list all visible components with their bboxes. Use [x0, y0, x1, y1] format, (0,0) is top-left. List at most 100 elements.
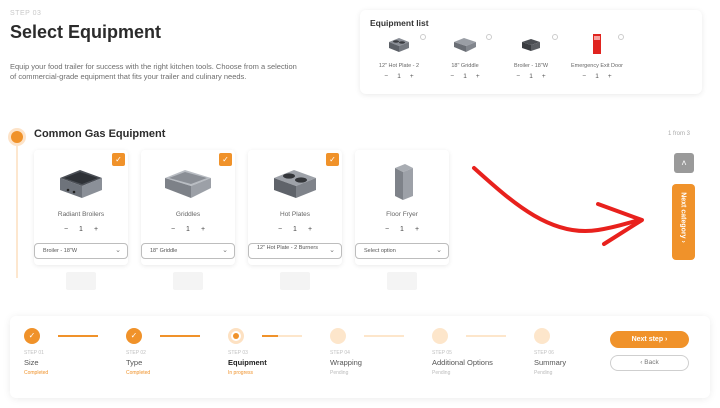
chevron-down-icon: ⌄ — [222, 247, 228, 254]
pending-step-icon — [330, 328, 346, 344]
quantity-stepper: − 1 + — [355, 226, 449, 233]
next-category-button[interactable]: Next category › — [672, 184, 695, 260]
category-pager: 1 from 3 — [668, 131, 691, 137]
equipment-list-item: Emergency Exit Door − 1 + — [568, 34, 626, 80]
decrease-button[interactable]: − — [516, 73, 520, 80]
model-select[interactable]: Select option ⌄ — [355, 243, 449, 259]
equipment-card-hot-plates[interactable]: ✓ Hot Plates − 1 + 12" Hot Plate - 2 Bur… — [248, 150, 342, 265]
section-title: Common Gas Equipment — [34, 128, 166, 140]
remove-item-button[interactable] — [420, 34, 426, 40]
quantity-value: 1 — [595, 73, 599, 80]
checkbox-checked[interactable]: ✓ — [112, 153, 125, 166]
step-kicker: STEP 02 — [126, 350, 146, 356]
chevron-down-icon: ⌄ — [115, 247, 121, 254]
increase-button[interactable]: + — [415, 226, 419, 233]
quantity-stepper: − 1 + — [568, 73, 626, 80]
step-size[interactable]: ✓ STEP 01 Size Completed — [24, 328, 124, 376]
step-label: Size — [24, 358, 39, 367]
check-icon: ✓ — [126, 328, 142, 344]
previous-category-button[interactable]: ˄ — [674, 153, 694, 173]
decrease-button[interactable]: − — [385, 226, 389, 233]
step-kicker: STEP 05 — [432, 350, 452, 356]
step-connector — [160, 335, 200, 337]
page-title: Select Equipment — [10, 22, 162, 42]
step-connector — [58, 335, 98, 337]
decrease-button[interactable]: − — [384, 73, 388, 80]
step-kicker: STEP 03 — [10, 10, 42, 17]
step-equipment[interactable]: STEP 03 Equipment In progress — [228, 328, 328, 376]
back-button[interactable]: ‹ Back — [610, 355, 689, 371]
quantity-stepper: − 1 + — [141, 226, 235, 233]
next-step-button[interactable]: Next step › — [610, 331, 689, 348]
equipment-list-item: 12" Hot Plate - 2 − 1 + — [370, 34, 428, 80]
step-label: Additional Options — [432, 358, 493, 367]
quantity-value: 1 — [397, 73, 401, 80]
increase-button[interactable]: + — [201, 226, 205, 233]
card-placeholder — [387, 272, 417, 290]
equipment-list-item: Broiler - 18"W − 1 + — [502, 34, 560, 80]
decrease-button[interactable]: − — [582, 73, 586, 80]
increase-button[interactable]: + — [476, 73, 480, 80]
quantity-stepper: − 1 + — [502, 73, 560, 80]
checkbox-checked[interactable]: ✓ — [326, 153, 339, 166]
equipment-card-griddles[interactable]: ✓ Griddles − 1 + 18" Griddle ⌄ — [141, 150, 235, 265]
step-wrapping[interactable]: STEP 04 Wrapping Pending — [330, 328, 430, 376]
step-status: Completed — [126, 370, 151, 376]
increase-button[interactable]: + — [410, 73, 414, 80]
decrease-button[interactable]: − — [278, 226, 282, 233]
broiler-icon — [522, 39, 540, 51]
quantity-value: 1 — [529, 73, 533, 80]
card-name: Griddles — [175, 211, 201, 218]
step-label: Equipment — [228, 358, 267, 367]
annotation-arrow — [472, 166, 644, 246]
remove-item-button[interactable] — [552, 34, 558, 40]
equipment-card-floor-fryer[interactable]: Floor Fryer − 1 + Select option ⌄ — [355, 150, 449, 265]
select-value: Select option — [364, 248, 396, 254]
step-status: Pending — [432, 370, 451, 376]
equipment-list-item-name: 18" Griddle — [451, 63, 479, 69]
equipment-list-item: 18" Griddle − 1 + — [436, 34, 494, 80]
increase-button[interactable]: + — [542, 73, 546, 80]
card-name: Hot Plates — [280, 211, 310, 218]
chevron-down-icon: ⌄ — [436, 247, 442, 254]
check-icon: ✓ — [24, 328, 40, 344]
step-connector — [364, 335, 404, 337]
model-select[interactable]: 18" Griddle ⌄ — [141, 243, 235, 259]
checkbox-checked[interactable]: ✓ — [219, 153, 232, 166]
step-status: Pending — [330, 370, 349, 376]
intro-text: Equip your food trailer for success with… — [10, 62, 297, 81]
equipment-list-panel: Equipment list 12" Hot Plate - 2 − 1 + 1… — [360, 10, 702, 94]
increase-button[interactable]: + — [94, 226, 98, 233]
timeline-dot — [11, 131, 23, 143]
quantity-value: 1 — [293, 226, 297, 233]
fryer-icon — [395, 164, 413, 200]
decrease-button[interactable]: − — [64, 226, 68, 233]
increase-button[interactable]: + — [608, 73, 612, 80]
step-connector — [262, 335, 302, 337]
step-kicker: STEP 04 — [330, 350, 350, 356]
remove-item-button[interactable] — [486, 34, 492, 40]
griddle-icon — [454, 38, 476, 52]
decrease-button[interactable]: − — [171, 226, 175, 233]
remove-item-button[interactable] — [618, 34, 624, 40]
increase-button[interactable]: + — [308, 226, 312, 233]
next-category-label: Next category › — [679, 192, 687, 243]
step-connector — [466, 335, 506, 337]
current-step-icon — [228, 328, 244, 344]
equipment-list-item-name: Broiler - 18"W — [513, 63, 549, 69]
hot-plate-icon — [389, 38, 409, 52]
equipment-card-radiant-broilers[interactable]: ✓ Radiant Broilers − 1 + Broiler - 18"W … — [34, 150, 128, 265]
decrease-button[interactable]: − — [450, 73, 454, 80]
hot-plate-icon — [274, 170, 316, 198]
model-select[interactable]: Broiler - 18"W ⌄ — [34, 243, 128, 259]
select-value: Broiler - 18"W — [43, 248, 78, 254]
chevron-down-icon: ⌄ — [329, 247, 335, 254]
step-additional-options[interactable]: STEP 05 Additional Options Pending — [432, 328, 532, 376]
model-select[interactable]: 12" Hot Plate - 2 Burners ⌄ — [248, 243, 342, 259]
quantity-value: 1 — [400, 226, 404, 233]
step-kicker: STEP 01 — [24, 350, 44, 356]
quantity-stepper: − 1 + — [436, 73, 494, 80]
card-placeholder — [280, 272, 310, 290]
door-icon — [593, 34, 601, 54]
step-type[interactable]: ✓ STEP 02 Type Completed — [126, 328, 226, 376]
